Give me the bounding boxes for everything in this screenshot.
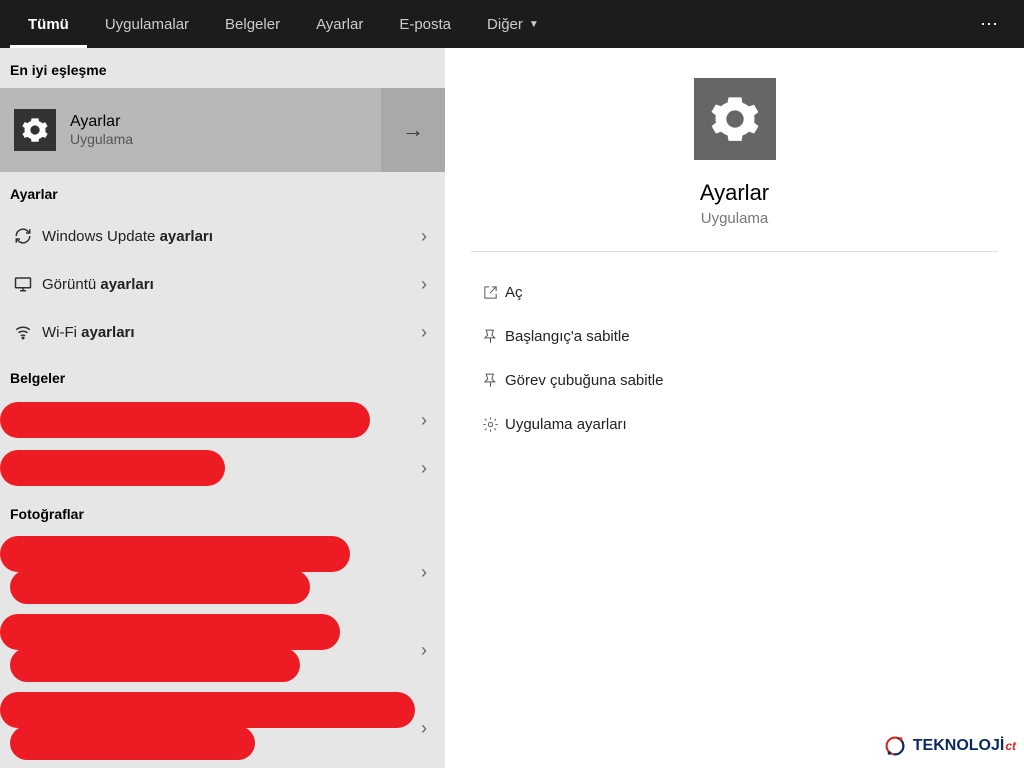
chevron-right-icon: › <box>421 718 427 739</box>
more-button[interactable]: ⋯ <box>966 14 1014 35</box>
detail-panel: Ayarlar Uygulama Aç Başlangıç'a sabitle … <box>445 48 1024 768</box>
action-pin-taskbar[interactable]: Görev çubuğuna sabitle <box>475 358 994 402</box>
action-pin-start[interactable]: Başlangıç'a sabitle <box>475 314 994 358</box>
tab-docs[interactable]: Belgeler <box>207 0 298 48</box>
chevron-right-icon: › <box>421 410 427 431</box>
chevron-down-icon: ▼ <box>529 19 539 30</box>
detail-subtitle: Uygulama <box>701 210 769 227</box>
section-best-match: En iyi eşleşme <box>0 48 445 88</box>
redacted-item[interactable]: › <box>0 610 445 688</box>
tab-settings[interactable]: Ayarlar <box>298 0 381 48</box>
tab-email[interactable]: E-posta <box>381 0 469 48</box>
logo-icon <box>881 732 909 760</box>
best-match-title: Ayarlar <box>70 113 133 131</box>
monitor-icon <box>10 275 36 293</box>
result-wifi[interactable]: Wi-Fi ayarları › <box>0 308 445 356</box>
result-windows-update[interactable]: Windows Update ayarları › <box>0 212 445 260</box>
tab-apps[interactable]: Uygulamalar <box>87 0 207 48</box>
gear-icon <box>14 109 56 151</box>
wifi-icon <box>10 323 36 341</box>
chevron-right-icon: › <box>421 322 435 343</box>
refresh-icon <box>10 227 36 245</box>
pin-icon <box>475 372 505 389</box>
result-label: Wi-Fi ayarları <box>36 324 421 341</box>
open-icon <box>475 284 505 301</box>
chevron-right-icon: › <box>421 274 435 295</box>
gear-icon <box>694 78 776 160</box>
action-open[interactable]: Aç <box>475 270 994 314</box>
tab-all[interactable]: Tümü <box>10 0 87 48</box>
result-label: Windows Update ayarları <box>36 228 421 245</box>
tab-more[interactable]: Diğer▼ <box>469 0 557 48</box>
pin-icon <box>475 328 505 345</box>
top-tabs: Tümü Uygulamalar Belgeler Ayarlar E-post… <box>0 0 1024 48</box>
arrow-right-icon[interactable]: → <box>381 88 445 172</box>
chevron-right-icon: › <box>421 226 435 247</box>
section-photos: Fotoğraflar <box>0 492 445 532</box>
watermark: TEKNOLOJİct <box>881 732 1016 760</box>
section-settings: Ayarlar <box>0 172 445 212</box>
result-label: Görüntü ayarları <box>36 276 421 293</box>
gear-icon <box>475 416 505 433</box>
section-documents: Belgeler <box>0 356 445 396</box>
redacted-item[interactable]: › <box>0 688 445 766</box>
detail-title: Ayarlar <box>700 180 769 206</box>
chevron-right-icon: › <box>421 458 427 479</box>
result-display[interactable]: Görüntü ayarları › <box>0 260 445 308</box>
redacted-item[interactable]: › <box>0 396 445 444</box>
redacted-item[interactable]: › <box>0 532 445 610</box>
results-panel: En iyi eşleşme Ayarlar Uygulama → Ayarla… <box>0 48 445 768</box>
best-match-item[interactable]: Ayarlar Uygulama → <box>0 88 445 172</box>
redacted-item[interactable]: › <box>0 444 445 492</box>
action-app-settings[interactable]: Uygulama ayarları <box>475 402 994 446</box>
chevron-right-icon: › <box>421 640 427 661</box>
best-match-subtitle: Uygulama <box>70 131 133 147</box>
chevron-right-icon: › <box>421 562 427 583</box>
